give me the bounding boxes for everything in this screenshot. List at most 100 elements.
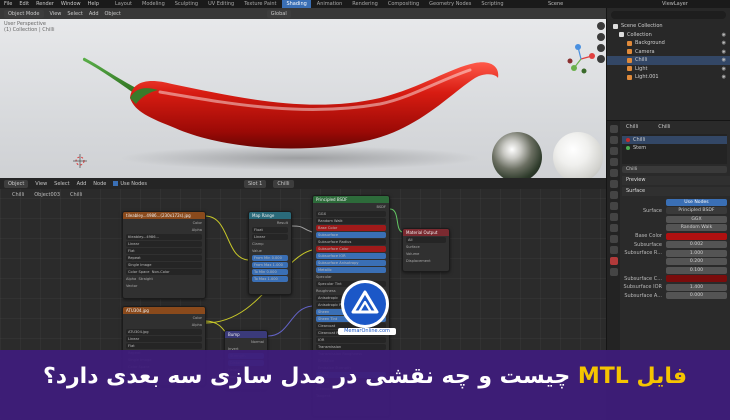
from-min-field[interactable]: From Min 0.000 <box>252 255 288 261</box>
outliner-item-scene-collection[interactable]: Scene Collection <box>607 22 730 31</box>
tab-rendering[interactable]: Rendering <box>348 0 382 8</box>
normal-output-socket[interactable]: Normal <box>228 339 264 345</box>
navigation-gizmo-icon[interactable] <box>566 44 596 74</box>
transform-orientation-dropdown[interactable]: Global <box>266 9 291 18</box>
tab-scripting[interactable]: Scripting <box>477 0 507 8</box>
to-max-field[interactable]: To Max 1.000 <box>252 276 288 282</box>
view-layer-tab-icon[interactable] <box>609 158 618 166</box>
visibility-eye-icon[interactable]: ◉ <box>722 39 726 48</box>
color-output-socket[interactable]: Color <box>126 220 202 226</box>
scene-selector[interactable]: Scene <box>548 0 563 8</box>
base-color-field[interactable]: Base Color <box>316 225 386 231</box>
projection-dropdown[interactable]: Flat <box>126 248 202 254</box>
to-min-field[interactable]: To Min 0.000 <box>252 269 288 275</box>
outliner-item-background[interactable]: Background ◉ <box>607 39 730 48</box>
tool-tab-icon[interactable] <box>609 125 618 133</box>
subsurface-radius-row[interactable]: Subsurface R... 1.000 <box>622 249 730 258</box>
volume-input-socket[interactable]: Volume <box>406 251 446 257</box>
tab-modeling[interactable]: Modeling <box>138 0 169 8</box>
data-type-dropdown[interactable]: Float <box>252 227 288 233</box>
visibility-eye-icon[interactable]: ◉ <box>722 48 726 57</box>
camera-view-icon[interactable] <box>597 44 605 52</box>
material-tab-icon[interactable] <box>609 257 618 265</box>
displacement-input-socket[interactable]: Displacement <box>406 258 446 264</box>
alpha-mode-row[interactable]: Alpha Straight <box>126 276 202 282</box>
view-layer-selector[interactable]: ViewLayer <box>662 0 688 8</box>
subsurface-field[interactable]: Subsurface <box>316 232 386 238</box>
tab-animation[interactable]: Animation <box>313 0 347 8</box>
3d-cursor-icon[interactable] <box>73 154 87 168</box>
world-tab-icon[interactable] <box>609 180 618 188</box>
render-tab-icon[interactable] <box>609 136 618 144</box>
subsurface-radius-field[interactable]: Subsurface Radius <box>316 239 386 245</box>
menu-render[interactable]: Render <box>36 1 54 7</box>
target-dropdown[interactable]: All <box>406 237 446 243</box>
metallic-field[interactable]: Metallic <box>316 267 386 273</box>
subsurface-color-swatch[interactable] <box>666 275 727 283</box>
subsurface-method-dropdown[interactable]: Random Walk <box>316 218 386 224</box>
subsurface-ior-field[interactable]: 1.400 <box>666 283 727 291</box>
visibility-eye-icon[interactable]: ◉ <box>722 73 726 82</box>
image-field[interactable]: tileabley...4986... <box>126 234 202 240</box>
map-range-node[interactable]: Map Range Result Float Linear Clamp Valu… <box>248 211 292 295</box>
viewport-menu-view[interactable]: View <box>50 11 62 17</box>
subsurface-ior-field[interactable]: Subsurface IOR <box>316 253 386 259</box>
tab-geometry-nodes[interactable]: Geometry Nodes <box>425 0 475 8</box>
subsurface-radius-y-field[interactable]: 0.200 <box>666 258 727 266</box>
use-nodes-button[interactable]: Use Nodes <box>666 198 727 206</box>
object-mode-dropdown[interactable]: Object Mode <box>4 9 44 18</box>
distribution-dropdown[interactable]: GGX <box>316 211 386 217</box>
outliner-search-input[interactable] <box>611 11 726 19</box>
perspective-toggle-icon[interactable] <box>597 55 605 63</box>
color-space-dropdown[interactable]: Color Space Non-Color <box>126 269 202 275</box>
surface-panel-header[interactable]: Surface <box>622 187 730 196</box>
vector-input-socket[interactable]: Vector <box>126 283 202 289</box>
surface-shader-row[interactable]: Surface Principled BSDF <box>622 207 730 216</box>
subsurface-ior-row[interactable]: Subsurface IOR 1.400 <box>622 283 730 292</box>
subsurface-method-row[interactable]: Random Walk <box>622 224 730 233</box>
interpolation-dropdown[interactable]: Linear <box>126 336 202 342</box>
pan-icon[interactable] <box>597 33 605 41</box>
object-tab-icon[interactable] <box>609 191 618 199</box>
subsurface-anisotropy-field[interactable]: 0.000 <box>666 292 727 300</box>
visibility-eye-icon[interactable]: ◉ <box>722 31 726 40</box>
scene-tab-icon[interactable] <box>609 169 618 177</box>
constraints-tab-icon[interactable] <box>609 235 618 243</box>
surface-shader-dropdown[interactable]: Principled BSDF <box>666 207 727 215</box>
outliner-item-light[interactable]: Light ◉ <box>607 65 730 74</box>
visibility-eye-icon[interactable]: ◉ <box>722 56 726 65</box>
use-nodes-row[interactable]: Use Nodes <box>622 198 730 207</box>
menu-file[interactable]: File <box>4 1 12 7</box>
result-output-socket[interactable]: Result <box>252 220 288 226</box>
subsurface-radius-z-field[interactable]: 0.100 <box>666 266 727 274</box>
visibility-eye-icon[interactable]: ◉ <box>722 65 726 74</box>
viewport-menu-object[interactable]: Object <box>105 11 121 17</box>
distribution-dropdown[interactable]: GGX <box>666 215 727 223</box>
outliner-item-chilli[interactable]: Chilli ◉ <box>607 56 730 65</box>
subsurface-anisotropy-field[interactable]: Subsurface Anisotropy <box>316 260 386 266</box>
image-field[interactable]: ATU304.jpg <box>126 329 202 335</box>
subsurface-radius-x-field[interactable]: 1.000 <box>666 249 727 257</box>
tab-compositing[interactable]: Compositing <box>384 0 423 8</box>
clamp-checkbox[interactable]: Clamp <box>252 241 288 247</box>
data-tab-icon[interactable] <box>609 246 618 254</box>
interpolation-dropdown[interactable]: Linear <box>126 241 202 247</box>
zoom-icon[interactable] <box>597 22 605 30</box>
outliner-item-camera[interactable]: Camera ◉ <box>607 48 730 57</box>
material-output-node[interactable]: Material Output All Surface Volume Displ… <box>402 228 450 272</box>
surface-input-socket[interactable]: Surface <box>406 244 446 250</box>
tab-shading[interactable]: Shading <box>282 0 311 8</box>
image-texture-node[interactable]: tileabley...4986...(230x172s).jpg Color … <box>122 211 206 299</box>
physics-tab-icon[interactable] <box>609 224 618 232</box>
tab-uv-editing[interactable]: UV Editing <box>204 0 238 8</box>
texture-tab-icon[interactable] <box>609 268 618 276</box>
material-slot-chilli[interactable]: Chilli <box>622 135 727 144</box>
distribution-row[interactable]: GGX <box>622 215 730 224</box>
color-output-socket[interactable]: Color <box>126 315 202 321</box>
base-color-row[interactable]: Base Color <box>622 232 730 241</box>
output-tab-icon[interactable] <box>609 147 618 155</box>
projection-dropdown[interactable]: Flat <box>126 343 202 349</box>
source-dropdown[interactable]: Single Image <box>126 262 202 268</box>
outliner-item-light-001[interactable]: Light.001 ◉ <box>607 73 730 82</box>
value-input-socket[interactable]: Value <box>252 248 288 254</box>
